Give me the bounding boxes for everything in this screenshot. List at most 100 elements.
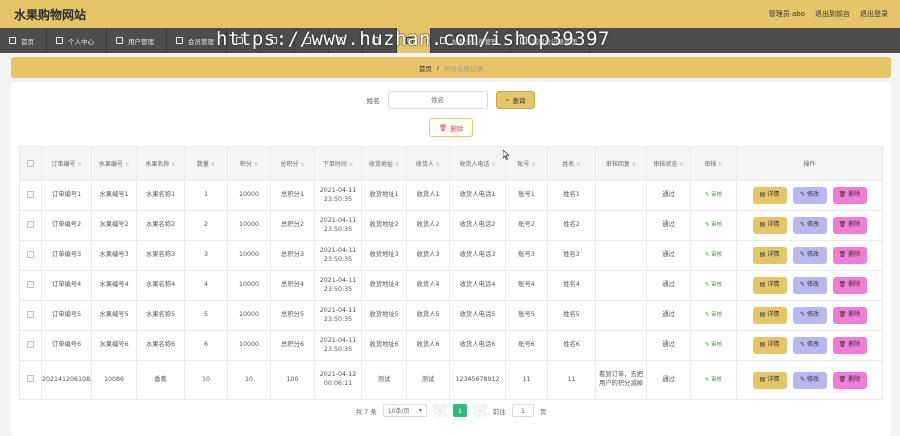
- detail-button[interactable]: ▤ 详情: [752, 307, 787, 324]
- edit-button[interactable]: ✎ 修改: [792, 217, 827, 234]
- column-header[interactable]: 收货人电话 ⇅: [449, 146, 506, 181]
- delete-button[interactable]: 🗑 删除: [832, 371, 867, 389]
- audit-link[interactable]: ✎ 审核: [705, 377, 722, 383]
- row-checkbox[interactable]: [27, 310, 34, 318]
- column-header[interactable]: 总积分 ⇅: [270, 146, 315, 181]
- delete-button[interactable]: 🗑 删除: [832, 217, 867, 234]
- audit-link[interactable]: ✎ 审核: [705, 192, 722, 198]
- actions-cell: ▤ 详情 ✎ 修改 🗑 删除: [736, 300, 883, 331]
- cell-value: 2021-04-11 23:50:35: [319, 306, 357, 323]
- page-size-select[interactable]: 10条/页 ▾: [382, 404, 427, 417]
- column-header[interactable]: 积分 ⇅: [227, 146, 271, 181]
- delete-button-label: 删除: [848, 311, 861, 319]
- cell-value: 100: [286, 375, 299, 383]
- cell-value: 水果编号2: [99, 221, 129, 229]
- column-header[interactable]: 账号 ⇅: [505, 146, 548, 181]
- delete-button[interactable]: 🗑 删除: [832, 337, 867, 354]
- search-input[interactable]: [387, 91, 488, 109]
- nav-item-1[interactable]: 个人中心: [47, 28, 107, 53]
- back-to-front-link[interactable]: 退出到前台: [815, 9, 850, 19]
- column-header[interactable]: 姓名 ⇅: [547, 146, 596, 181]
- goto-page-input[interactable]: [511, 404, 534, 417]
- cell-value: 总积分4: [281, 281, 304, 289]
- row-select-cell: [19, 210, 42, 241]
- edit-button[interactable]: ✎ 修改: [792, 277, 827, 294]
- detail-button[interactable]: ▤ 详情: [752, 187, 787, 204]
- edit-pen-icon: ✎: [799, 375, 805, 383]
- logout-link[interactable]: 退出登录: [860, 9, 888, 19]
- edit-button[interactable]: ✎ 修改: [792, 307, 827, 324]
- row-actions: ▤ 详情 ✎ 修改 🗑 删除: [738, 247, 882, 264]
- nav-item-6[interactable]: [295, 28, 329, 53]
- detail-button[interactable]: ▤ 详情: [752, 217, 787, 234]
- audit-link[interactable]: ✎ 审核: [705, 282, 722, 288]
- delete-button[interactable]: 🗑 删除: [832, 187, 867, 204]
- column-header[interactable]: 审核回复 ⇅: [595, 146, 647, 181]
- column-header[interactable]: 数量 ⇅: [184, 146, 228, 181]
- edit-button[interactable]: ✎ 修改: [792, 337, 827, 354]
- column-header[interactable]: 水果编号 ⇅: [91, 146, 137, 181]
- table-cell: 2021-04-11 23:50:35: [314, 240, 362, 271]
- row-checkbox[interactable]: [27, 280, 34, 288]
- column-header[interactable]: 收货人 ⇅: [406, 146, 450, 181]
- nav-item-8[interactable]: [363, 28, 397, 53]
- nav-item-11[interactable]: 减积分记录管理: [511, 28, 590, 53]
- nav-item-9[interactable]: [397, 28, 431, 53]
- search-button[interactable]: ⌕ 查询: [495, 91, 536, 109]
- column-header[interactable]: 审核 ⇅: [690, 146, 737, 181]
- cell-value: 香蕉: [154, 375, 167, 383]
- document-icon: ▤: [759, 341, 766, 349]
- row-checkbox[interactable]: [27, 250, 34, 258]
- table-cell: 2021-04-11 23:50:35: [314, 330, 362, 361]
- delete-button[interactable]: 🗑 删除: [832, 277, 867, 294]
- detail-button[interactable]: ▤ 详情: [752, 337, 787, 354]
- audit-link[interactable]: ✎ 审核: [705, 222, 722, 228]
- edit-button[interactable]: ✎ 修改: [792, 187, 827, 204]
- column-header[interactable]: 订单编号 ⇅: [41, 146, 92, 181]
- nav-item-2[interactable]: 用户管理: [107, 28, 167, 53]
- nav-item-7[interactable]: [329, 28, 363, 53]
- batch-delete-button[interactable]: 🗑 删除: [429, 118, 474, 137]
- audit-link[interactable]: ✎ 审核: [705, 252, 722, 258]
- table-cell: [595, 210, 647, 241]
- detail-button[interactable]: ▤ 详情: [752, 277, 787, 294]
- detail-button[interactable]: ▤ 详情: [752, 247, 787, 264]
- row-checkbox[interactable]: [27, 375, 34, 383]
- edit-button-label: 修改: [807, 221, 820, 229]
- nav-item-3[interactable]: 会员管理: [167, 28, 227, 53]
- table-cell: ✎ 审核: [690, 210, 737, 241]
- table-cell: 2021-04-11 23:50:35: [314, 210, 362, 241]
- edit-button[interactable]: ✎ 修改: [792, 247, 827, 264]
- column-header[interactable]: 审核状态 ⇅: [646, 146, 691, 181]
- column-header[interactable]: 水果名称 ⇅: [136, 146, 185, 181]
- member-icon: [176, 37, 183, 44]
- edit-button-label: 修改: [807, 281, 820, 289]
- audit-link[interactable]: ✎ 审核: [705, 312, 722, 318]
- nav-item-0[interactable]: 首页: [0, 28, 47, 53]
- column-header[interactable]: 操作: [736, 146, 883, 181]
- row-checkbox[interactable]: [27, 340, 34, 348]
- edit-button[interactable]: ✎ 修改: [792, 371, 827, 389]
- column-header[interactable]: 下单时间 ⇅: [314, 146, 362, 181]
- nav-item-label: 加积分记录管理: [452, 37, 498, 46]
- nav-item-10[interactable]: 加积分记录管理: [431, 28, 511, 53]
- detail-button[interactable]: ▤ 详情: [752, 371, 787, 389]
- row-checkbox[interactable]: [27, 190, 34, 198]
- prev-page-button[interactable]: ‹: [432, 404, 447, 417]
- delete-button[interactable]: 🗑 删除: [832, 247, 867, 264]
- sort-icon: ⇅: [77, 162, 82, 168]
- select-all-checkbox[interactable]: [27, 160, 34, 167]
- next-page-button[interactable]: ›: [472, 404, 487, 417]
- page-number-current[interactable]: 1: [452, 404, 467, 417]
- row-checkbox[interactable]: [27, 220, 34, 228]
- column-header[interactable]: 收货地址 ⇅: [361, 146, 407, 181]
- delete-button[interactable]: 🗑 删除: [832, 307, 867, 324]
- nav-item-4[interactable]: [227, 28, 261, 53]
- cell-value: 收货地址6: [369, 341, 399, 349]
- breadcrumb-home[interactable]: 首页: [419, 63, 432, 73]
- audit-link[interactable]: ✎ 审核: [705, 342, 722, 348]
- table-cell: 收货人3: [406, 240, 450, 271]
- nav-item-5[interactable]: [261, 28, 295, 53]
- table-cell: [595, 180, 647, 211]
- edit-button-label: 修改: [807, 375, 820, 383]
